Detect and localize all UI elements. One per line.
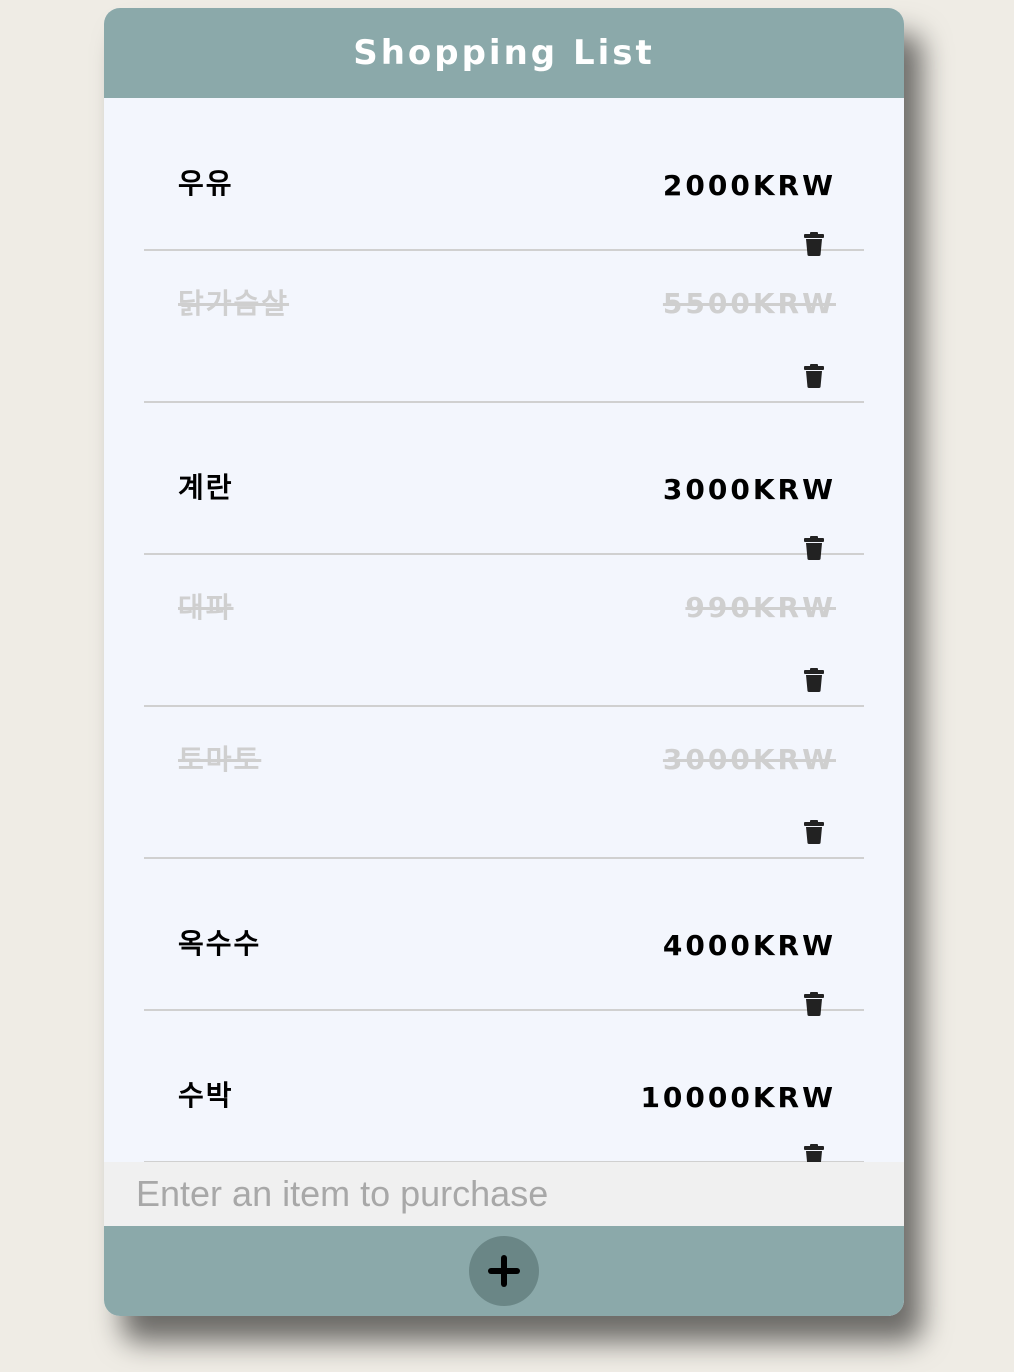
app-footer (104, 1226, 904, 1316)
item-price: 3000KRW (662, 473, 836, 506)
item-price: 4000KRW (662, 929, 836, 962)
list-item: 옥수수 4000KRW (144, 858, 864, 1016)
trash-icon[interactable] (804, 1144, 824, 1162)
item-name[interactable]: 토마토 (178, 746, 261, 774)
item-name[interactable]: 닭가슴살 (178, 290, 289, 318)
list-item: 계란 3000KRW (144, 402, 864, 560)
item-list: 우유 2000KRW 닭가슴살 5500KRW 계란 3000KRW 대파 99… (104, 98, 904, 1162)
app-header: Shopping List (104, 8, 904, 98)
app-title: Shopping List (353, 33, 655, 73)
trash-icon[interactable] (804, 820, 824, 844)
item-name[interactable]: 우유 (178, 170, 234, 198)
item-name[interactable]: 수박 (178, 1082, 234, 1110)
item-price: 10000KRW (640, 1081, 836, 1114)
add-item-button[interactable] (469, 1236, 539, 1306)
new-item-row (104, 1162, 904, 1226)
new-item-input[interactable] (136, 1162, 896, 1226)
item-price: 2000KRW (662, 169, 836, 202)
item-name[interactable]: 대파 (178, 594, 234, 622)
item-price: 3000KRW (662, 743, 836, 776)
item-price: 5500KRW (662, 287, 836, 320)
list-item: 우유 2000KRW (144, 98, 864, 256)
item-price: 990KRW (685, 591, 836, 624)
trash-icon[interactable] (804, 364, 824, 388)
list-item: 토마토 3000KRW (144, 706, 864, 859)
plus-icon (488, 1255, 520, 1287)
item-name[interactable]: 계란 (178, 474, 234, 502)
trash-icon[interactable] (804, 668, 824, 692)
shopping-list-app: Shopping List 우유 2000KRW 닭가슴살 5500KRW 계란… (104, 8, 904, 1316)
list-item: 닭가슴살 5500KRW (144, 250, 864, 403)
list-item: 수박 10000KRW (144, 1010, 864, 1162)
list-item: 대파 990KRW (144, 554, 864, 707)
item-name[interactable]: 옥수수 (178, 930, 261, 958)
